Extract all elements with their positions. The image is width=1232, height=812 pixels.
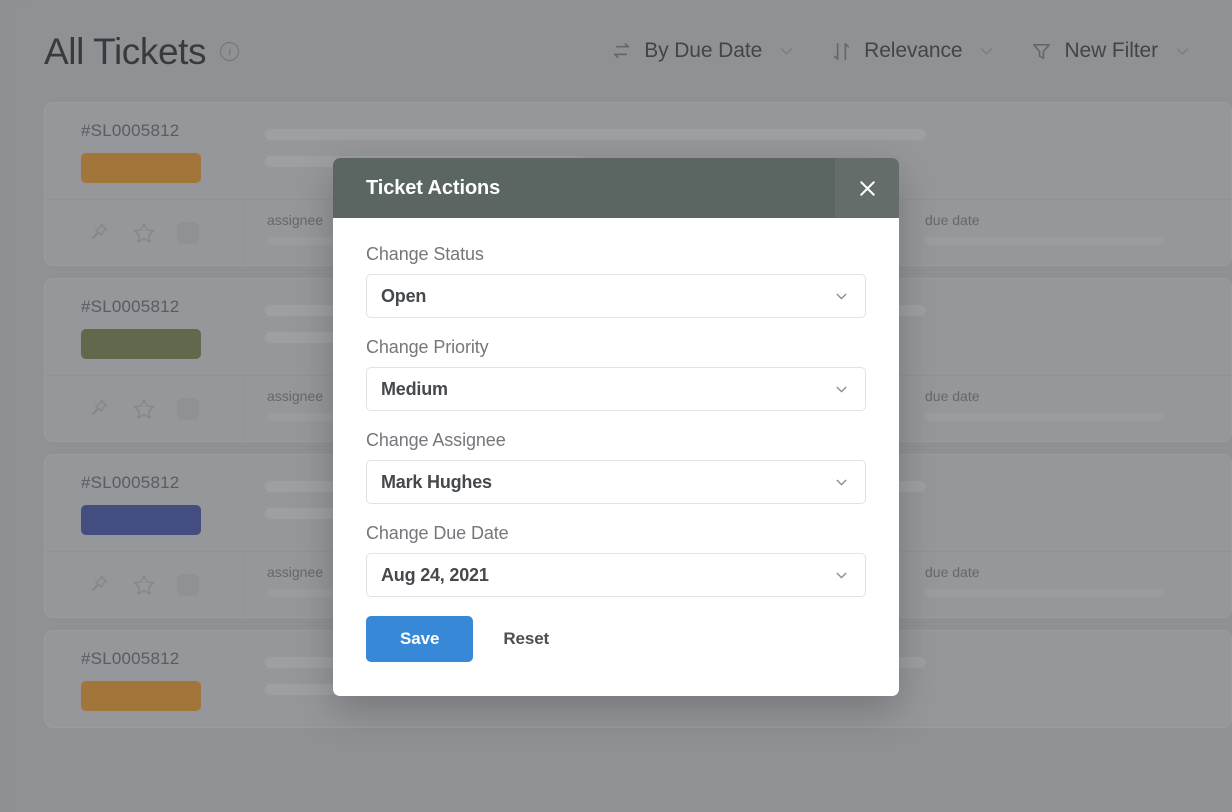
header-toolbar: By Due Date Relevance (610, 39, 1200, 63)
change-assignee-label: Change Assignee (366, 430, 866, 451)
relevance-label: Relevance (864, 39, 962, 63)
ticket-actions-modal: Ticket Actions Change Status Open Change… (333, 158, 899, 696)
change-assignee-value: Mark Hughes (381, 472, 492, 493)
change-priority-value: Medium (381, 379, 448, 400)
chevron-down-icon (1173, 42, 1192, 61)
chevron-down-icon (833, 288, 850, 305)
square-icon[interactable] (177, 398, 199, 420)
modal-header: Ticket Actions (333, 158, 899, 218)
reset-button[interactable]: Reset (485, 616, 567, 662)
footer-col-due-date: due date (903, 552, 1231, 617)
chevron-down-icon (977, 42, 996, 61)
close-button[interactable] (835, 158, 899, 218)
sort-arrows-icon (830, 40, 853, 63)
ticket-card-actions (45, 200, 245, 265)
footer-col-due-date: due date (903, 200, 1231, 265)
chevron-down-icon (833, 567, 850, 584)
new-filter-control[interactable]: New Filter (1030, 39, 1192, 63)
change-priority-select[interactable]: Medium (366, 367, 866, 411)
ticket-id: #SL0005812 (81, 121, 241, 141)
ticket-card-actions (45, 552, 245, 617)
square-icon[interactable] (177, 222, 199, 244)
ticket-card-left: #SL0005812 (81, 649, 241, 711)
star-icon[interactable] (131, 220, 157, 246)
change-status-select[interactable]: Open (366, 274, 866, 318)
pin-icon[interactable] (85, 396, 111, 422)
skeleton-bar (925, 589, 1164, 597)
ticket-id: #SL0005812 (81, 473, 241, 493)
chevron-down-icon (777, 42, 796, 61)
star-icon[interactable] (131, 572, 157, 598)
sort-by-due-date-label: By Due Date (644, 39, 762, 63)
skeleton-bar (265, 129, 926, 140)
change-status-label: Change Status (366, 244, 866, 265)
relevance-control[interactable]: Relevance (830, 39, 996, 63)
ticket-id: #SL0005812 (81, 297, 241, 317)
new-filter-label: New Filter (1064, 39, 1158, 63)
chevron-down-icon (833, 381, 850, 398)
modal-body: Change Status Open Change Priority Mediu… (333, 218, 899, 696)
save-button[interactable]: Save (366, 616, 473, 662)
change-due-date-label: Change Due Date (366, 523, 866, 544)
footer-col-label: due date (925, 212, 1231, 228)
change-priority-label: Change Priority (366, 337, 866, 358)
ticket-card-left: #SL0005812 (81, 297, 241, 359)
sort-by-due-date-control[interactable]: By Due Date (610, 39, 796, 63)
status-badge (81, 329, 201, 359)
page-title-group: All Tickets i (44, 33, 239, 70)
page-header: All Tickets i By Due Date (10, 0, 1232, 102)
info-icon[interactable]: i (220, 42, 239, 61)
change-due-date-select[interactable]: Aug 24, 2021 (366, 553, 866, 597)
star-icon[interactable] (131, 396, 157, 422)
ticket-card-actions (45, 376, 245, 441)
modal-title: Ticket Actions (333, 177, 500, 200)
status-badge (81, 153, 201, 183)
ticket-card-left: #SL0005812 (81, 473, 241, 535)
pin-icon[interactable] (85, 220, 111, 246)
square-icon[interactable] (177, 574, 199, 596)
change-due-date-value: Aug 24, 2021 (381, 565, 489, 586)
footer-col-label: due date (925, 388, 1231, 404)
pin-icon[interactable] (85, 572, 111, 598)
funnel-icon (1030, 40, 1053, 63)
change-status-value: Open (381, 286, 426, 307)
status-badge (81, 505, 201, 535)
close-icon (855, 176, 880, 201)
skeleton-bar (925, 413, 1164, 421)
status-badge (81, 681, 201, 711)
ticket-card-left: #SL0005812 (81, 121, 241, 183)
change-assignee-select[interactable]: Mark Hughes (366, 460, 866, 504)
chevron-down-icon (833, 474, 850, 491)
footer-col-label: due date (925, 564, 1231, 580)
skeleton-bar (925, 237, 1164, 245)
swap-arrows-icon (610, 40, 633, 63)
modal-actions: Save Reset (366, 616, 866, 662)
page-title: All Tickets (44, 33, 206, 70)
ticket-id: #SL0005812 (81, 649, 241, 669)
footer-col-due-date: due date (903, 376, 1231, 441)
